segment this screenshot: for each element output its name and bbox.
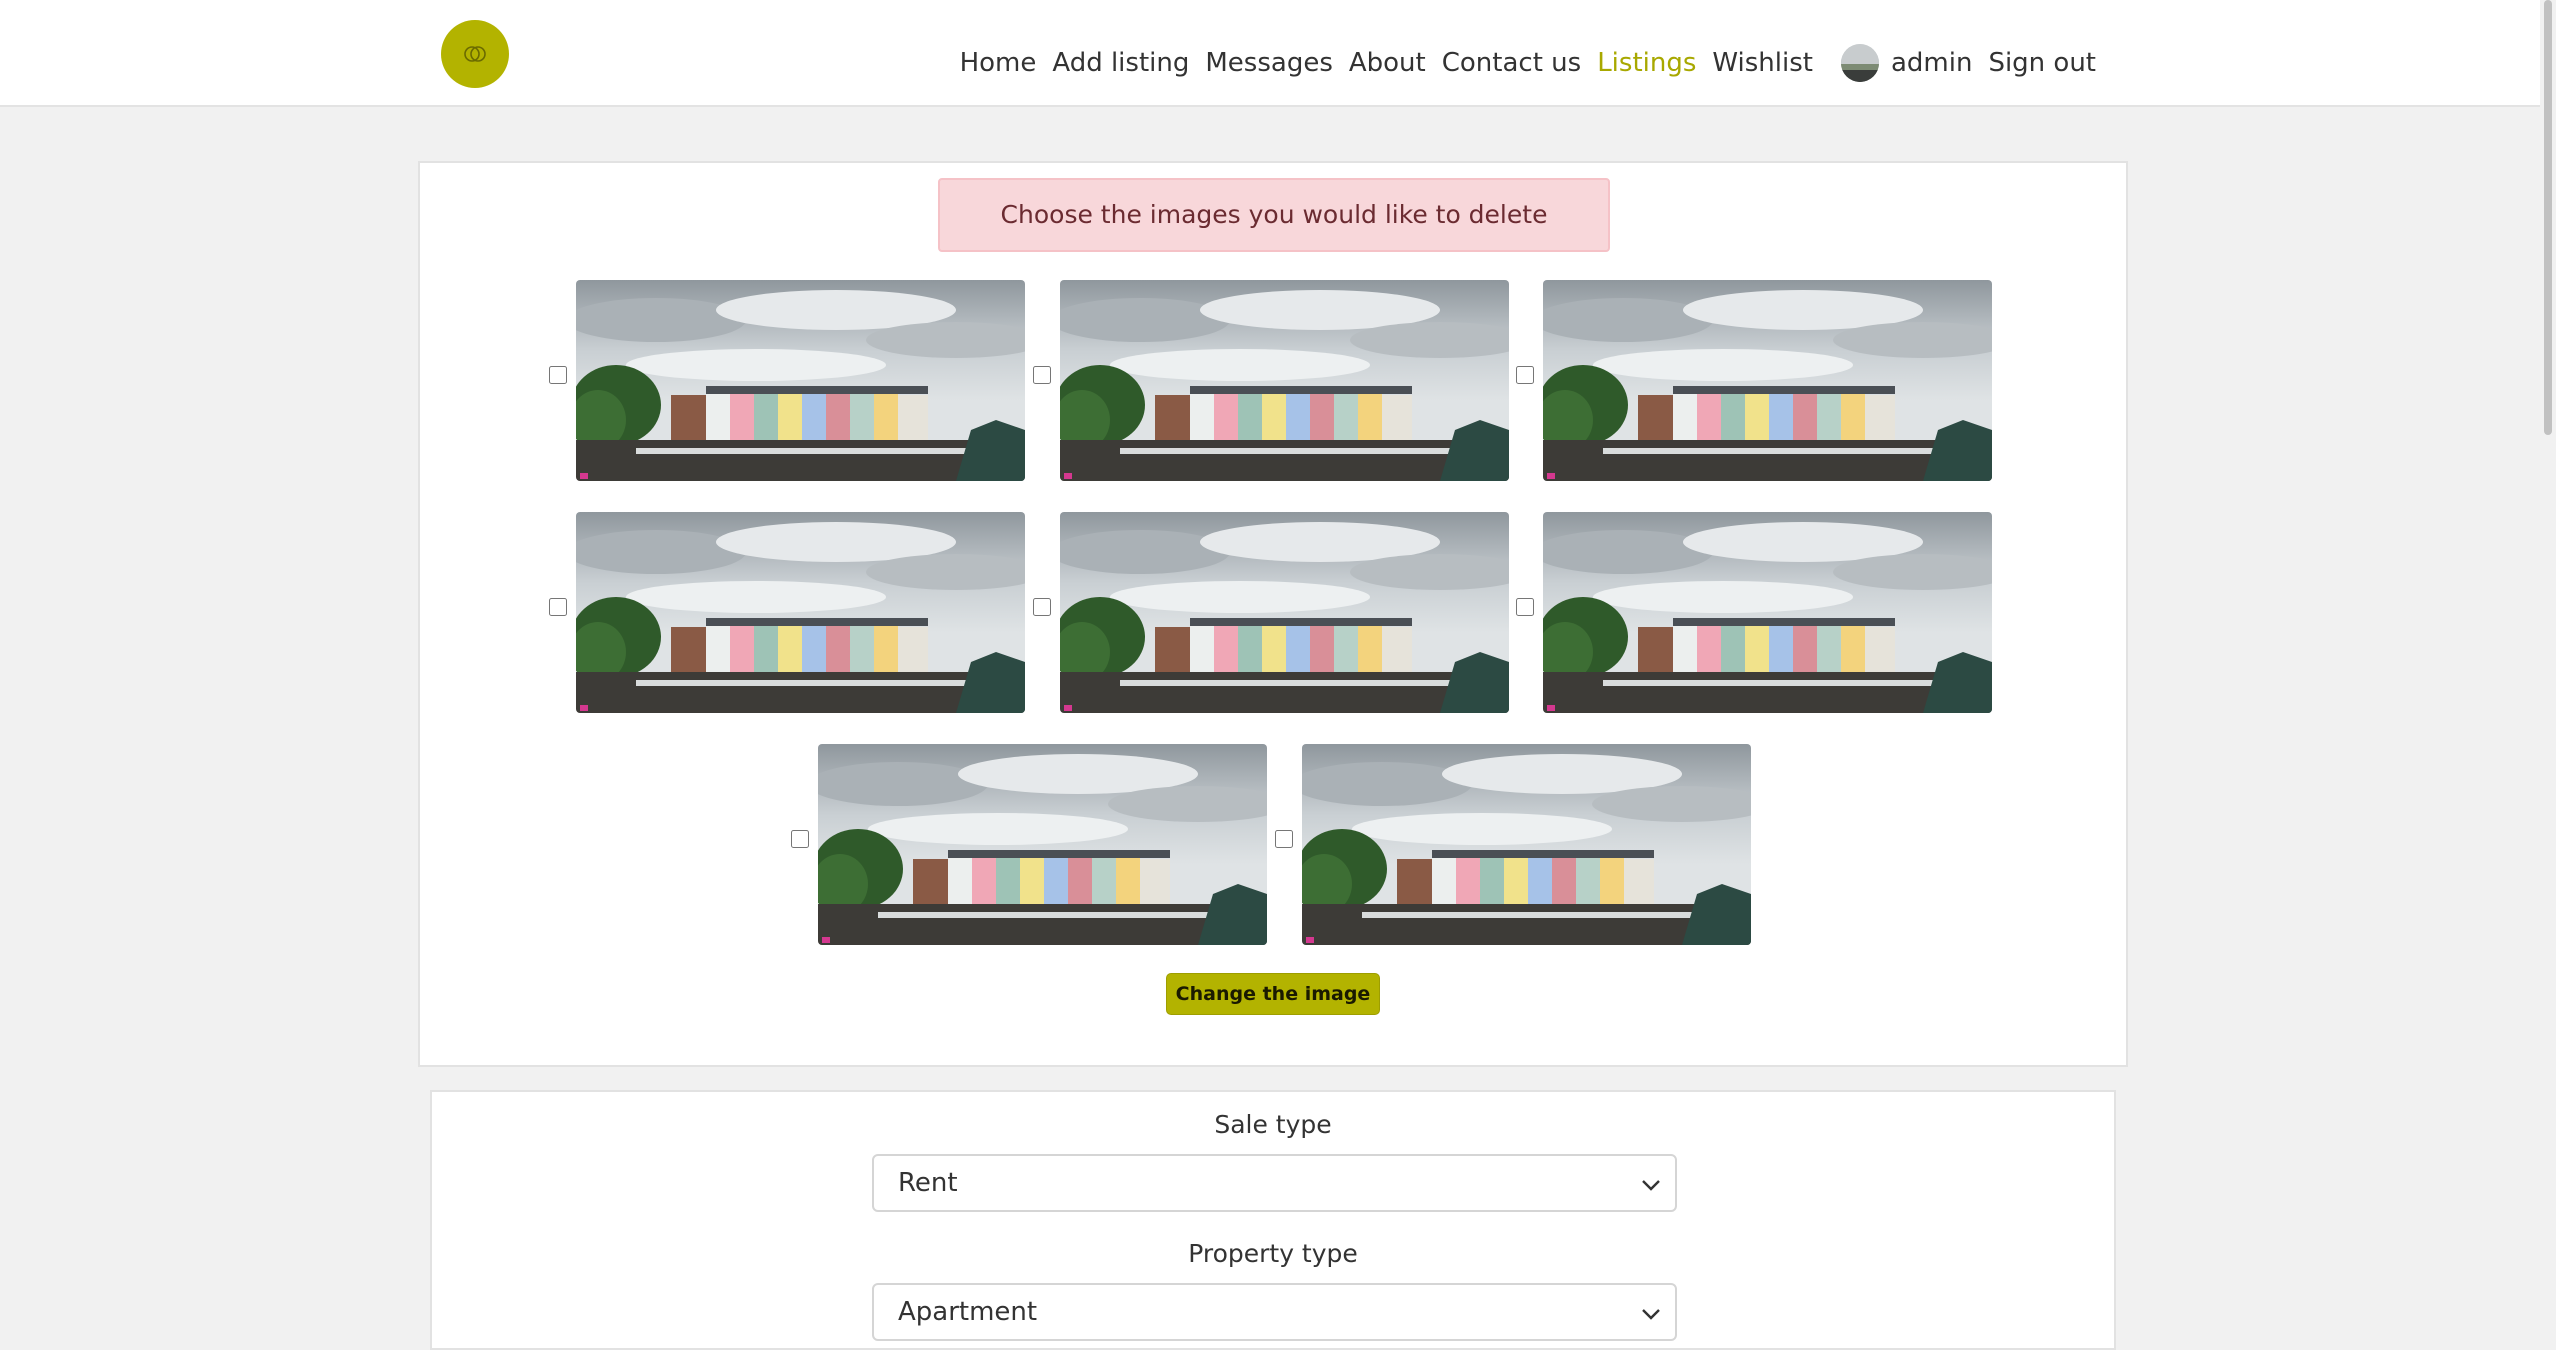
nav-wishlist[interactable]: Wishlist	[1712, 44, 1813, 82]
nav-home[interactable]: Home	[960, 44, 1037, 82]
delete-instructions-alert: Choose the images you would like to dele…	[938, 178, 1610, 252]
chevron-down-icon	[1641, 1179, 1661, 1191]
image-checkbox[interactable]	[1516, 366, 1534, 384]
property-type-label: Property type	[1188, 1239, 1358, 1268]
listing-image	[1543, 512, 1992, 713]
nav-add-listing[interactable]: Add listing	[1052, 44, 1189, 82]
nav-sign-out[interactable]: Sign out	[1988, 44, 2096, 82]
listing-image	[1543, 280, 1992, 481]
nav-about[interactable]: About	[1349, 44, 1426, 82]
listing-image	[576, 512, 1025, 713]
nav-contact-us[interactable]: Contact us	[1442, 44, 1581, 82]
main-nav: Home Add listing Messages About Contact …	[944, 44, 2096, 82]
image-checkbox[interactable]	[549, 598, 567, 616]
listing-image	[576, 280, 1025, 481]
avatar[interactable]	[1840, 44, 1879, 82]
scrollbar-thumb[interactable]	[2544, 0, 2552, 435]
nav-messages[interactable]: Messages	[1205, 44, 1333, 82]
image-checkbox[interactable]	[1033, 598, 1051, 616]
listing-image	[1060, 280, 1509, 481]
image-checkbox[interactable]	[1275, 830, 1293, 848]
listing-image	[1060, 512, 1509, 713]
chevron-down-icon	[1641, 1308, 1661, 1320]
change-image-button[interactable]: Change the image	[1166, 973, 1380, 1015]
image-checkbox[interactable]	[549, 366, 567, 384]
logo-icon[interactable]	[441, 20, 509, 88]
image-checkbox[interactable]	[791, 830, 809, 848]
listing-image	[818, 744, 1267, 945]
listing-image	[1302, 744, 1751, 945]
property-type-select[interactable]: Apartment	[872, 1283, 1677, 1341]
sale-type-label: Sale type	[1214, 1110, 1332, 1139]
image-delete-card: Choose the images you would like to dele…	[418, 161, 2128, 1067]
property-type-value: Apartment	[898, 1297, 1038, 1327]
image-checkbox[interactable]	[1516, 598, 1534, 616]
image-checkbox[interactable]	[1033, 366, 1051, 384]
sale-type-value: Rent	[898, 1168, 958, 1198]
sale-type-select[interactable]: Rent	[872, 1154, 1677, 1212]
scrollbar[interactable]	[2540, 0, 2556, 1341]
navbar: Home Add listing Messages About Contact …	[0, 0, 2540, 107]
nav-user[interactable]: admin	[1891, 44, 1972, 82]
nav-listings[interactable]: Listings	[1597, 44, 1696, 82]
listing-form-card: Sale type Rent Property type Apartment	[430, 1090, 2116, 1350]
